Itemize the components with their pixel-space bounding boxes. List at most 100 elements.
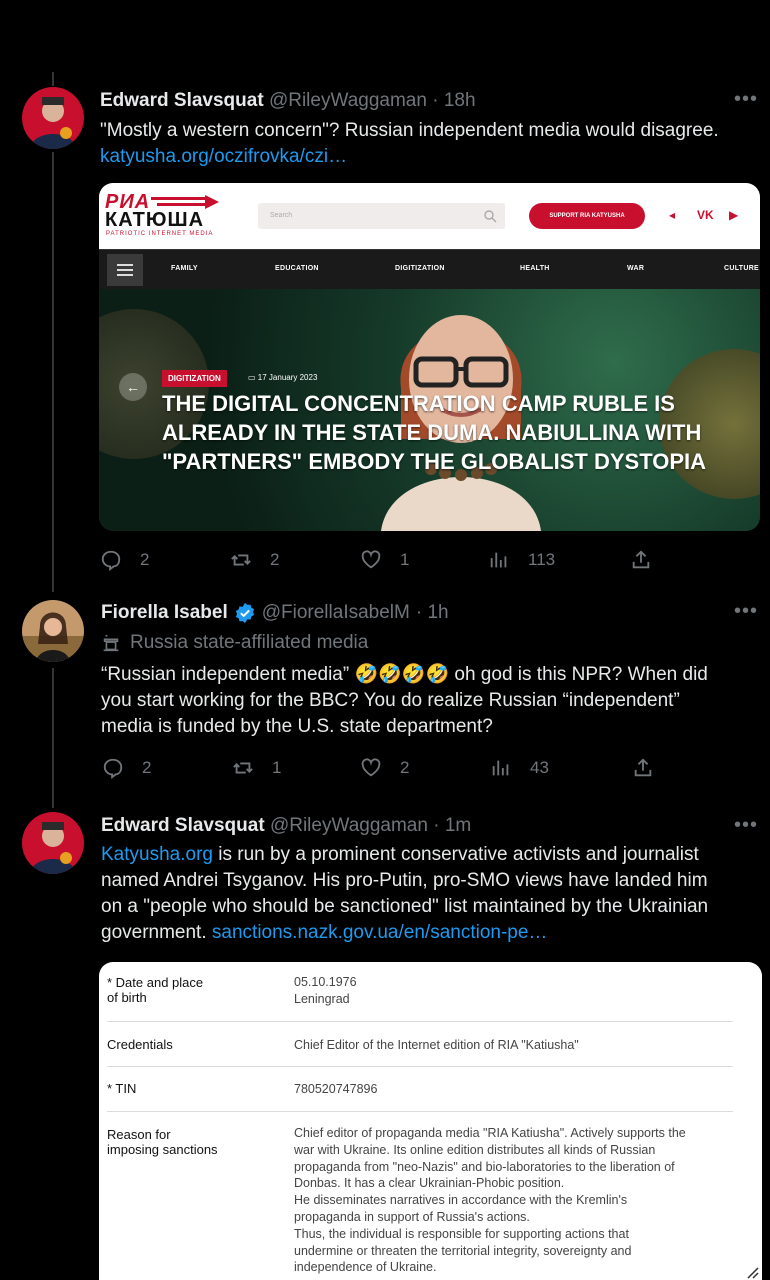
state-affiliated-text: Russia state-affiliated media [130,632,369,653]
row-value-line: He disseminates narratives in accordance… [294,1193,628,1208]
handle[interactable]: @FiorellaIsabelM [262,602,410,624]
tweet-text-span: government. [101,922,212,943]
row-value-line: Thus, the individual is responsible for … [294,1226,629,1241]
tweet-text-line: media is funded by the U.S. state depart… [101,716,493,737]
more-icon[interactable]: ••• [734,600,758,623]
timestamp[interactable]: · 1h [416,602,449,624]
more-icon[interactable]: ••• [734,88,758,111]
logo-arrow-icon [151,195,219,209]
tweet-text-line: on a "people who should be sanctioned" l… [101,896,709,917]
like-count: 1 [400,550,410,569]
retweet-icon [233,762,253,774]
tweet-link[interactable]: katyusha.org/oczifrovka/czi… [100,144,760,170]
nav-education: EDUCATION [275,265,319,272]
row-value: 780520747896 [294,1082,378,1096]
views-icon [492,760,509,776]
sanctions-row: * TIN 780520747896 [107,1067,733,1112]
search-icon [484,210,497,223]
nav-war: WAR [627,265,645,272]
nav-health: HEALTH [520,265,550,272]
row-value-line: Leningrad [294,991,350,1006]
reply-button[interactable]: 2 [100,549,149,571]
avatar[interactable] [22,600,84,662]
telegram-icon: ◂ [669,208,676,222]
tweet-text-line: "Mostly a western concern"? Russian inde… [100,120,719,141]
retweet-icon [231,554,251,566]
tweet-actions: 2 2 1 113 [100,549,660,575]
sanctions-link[interactable]: sanctions.nazk.gov.ua/en/sanction-pe… [212,922,548,943]
display-name[interactable]: Fiorella Isabel [101,602,228,624]
more-icon[interactable]: ••• [734,814,758,837]
avatar[interactable] [22,812,84,874]
site-logo-tagline: PATRIOTIC INTERNET MEDIA [106,231,214,237]
like-button[interactable]: 2 [360,757,409,779]
site-nav: FAMILY EDUCATION DIGITIZATION HEALTH WAR… [99,249,760,289]
carousel-prev-icon: ← [119,373,147,401]
article-date: ▭ 17 January 2023 [248,373,317,382]
row-value: Chief Editor of the Internet edition of … [294,1038,579,1052]
timestamp[interactable]: · 18h [432,90,475,111]
avatar[interactable] [22,87,84,149]
share-button[interactable] [630,549,652,571]
handle[interactable]: @RileyWaggaman [269,90,427,111]
sanctions-row: * Date and place of birth 05.10.1976 Len… [107,962,733,1022]
like-button[interactable]: 1 [360,549,409,571]
reply-button[interactable]: 2 [102,757,151,779]
retweet-count: 1 [272,758,282,777]
row-label: Reason for imposing sanctions [107,1127,218,1157]
site-search: Search [258,203,505,229]
retweet-button[interactable]: 1 [232,757,281,779]
tweet-header: Edward Slavsquat @RileyWaggaman · 18h [100,90,476,112]
headline-line: ALREADY IN THE STATE DUMA. NABIULLINA WI… [162,420,702,445]
tweet-1[interactable]: Edward Slavsquat @RileyWaggaman · 18h ••… [0,0,770,590]
sanctions-row: Credentials Chief Editor of the Internet… [107,1022,733,1067]
display-name[interactable]: Edward Slavsquat [100,90,264,111]
sanctions-row: Reason for imposing sanctions Chief edit… [107,1112,733,1280]
display-name[interactable]: Edward Slavsquat [101,815,265,836]
hero-image: ← DIGITIZATION ▭ 17 January 2023 THE DIG… [99,289,760,531]
retweet-button[interactable]: 2 [230,549,279,571]
row-value-line: 05.10.1976 [294,975,357,989]
views-button[interactable]: 43 [490,757,549,779]
row-label-line: Reason for [107,1127,171,1142]
headline-line: "PARTNERS" EMBODY THE GLOBALIST DYSTOPIA [162,449,707,474]
sanctions-document-image[interactable]: * Date and place of birth 05.10.1976 Len… [99,962,762,1280]
tweet-text-line: you start working for the BBC? You do re… [101,690,680,711]
timestamp[interactable]: · 1m [433,815,471,836]
retweet-count: 2 [270,550,280,569]
tweet-text-line: named Andrei Tsyganov. His pro-Putin, pr… [101,870,708,891]
row-value-line: war with Ukraine. Its online edition dis… [294,1142,656,1157]
tweet-text-line: Katyusha.org is run by a prominent conse… [101,842,766,868]
handle[interactable]: @RileyWaggaman [270,815,428,836]
calendar-icon: ▭ [248,373,256,382]
views-button[interactable]: 113 [488,549,555,571]
row-value: Chief editor of propaganda media "RIA Ka… [294,1125,686,1276]
view-count: 43 [530,758,549,777]
like-count: 2 [400,758,410,777]
state-affiliated-label[interactable]: Russia state-affiliated media [100,632,368,654]
katyusha-link[interactable]: Katyusha.org [101,844,213,865]
tweet-2[interactable]: Fiorella Isabel @FiorellaIsabelM · 1h ••… [0,590,770,802]
nav-culture: CULTURE [724,265,760,272]
resize-icon [747,1267,759,1279]
menu-icon [107,254,143,286]
tweet-header: Fiorella Isabel @FiorellaIsabelM · 1h [101,602,449,624]
headline-line: THE DIGITAL CONCENTRATION CAMP RUBLE IS [162,391,675,416]
row-value-line: propaganda in support of Russia's action… [294,1209,530,1224]
article-headline: THE DIGITAL CONCENTRATION CAMP RUBLE IS … [162,389,752,476]
verified-icon[interactable] [234,602,256,624]
like-icon [361,758,381,777]
views-icon [490,552,507,568]
row-label-line: * Date and place [107,975,204,990]
row-value-line: Chief editor of propaganda media "RIA Ka… [294,1126,686,1140]
link-preview-card[interactable]: РИА КАТЮША PATRIOTIC INTERNET MEDIA Sear… [99,183,760,531]
tweet-text: Katyusha.org is run by a prominent conse… [101,842,766,946]
row-label: Credentials [107,1037,173,1052]
row-label-line: imposing sanctions [107,1142,218,1157]
nav-digitization: DIGITIZATION [395,265,445,272]
share-button[interactable] [632,757,654,779]
support-button: SUPPORT RIA KATYUSHA [529,203,645,229]
share-icon [634,758,652,777]
row-label-line: of birth [107,990,147,1005]
reply-count: 2 [142,758,152,777]
